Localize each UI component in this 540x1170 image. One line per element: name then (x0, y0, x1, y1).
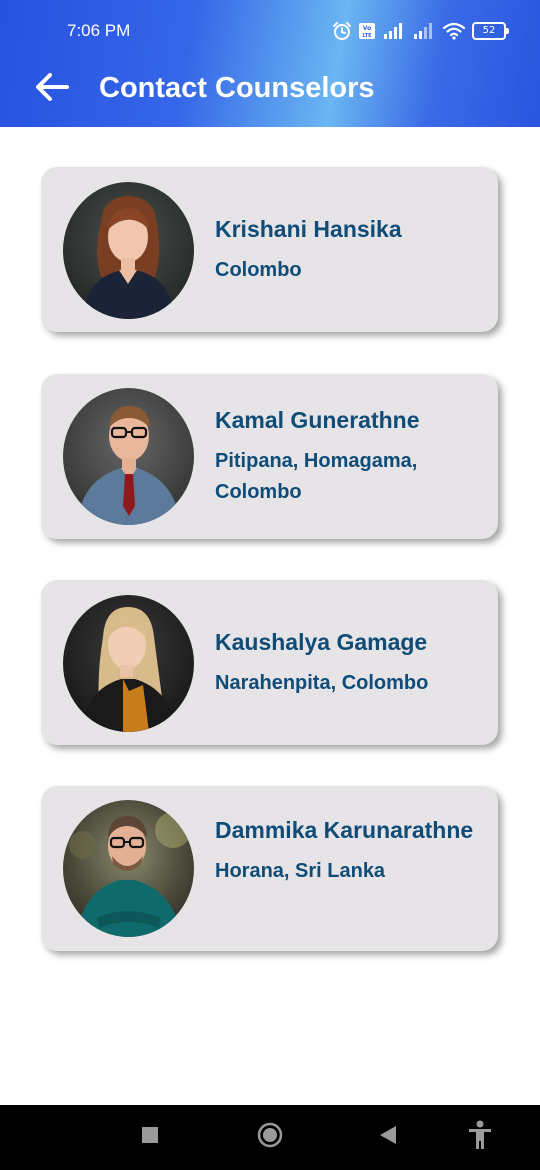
status-time: 7:06 PM (67, 21, 131, 40)
battery-icon: 52 (472, 22, 509, 40)
counselor-card-1[interactable]: Krishani Hansika Colombo (41, 167, 498, 332)
svg-text:LTE: LTE (362, 33, 372, 39)
system-nav-bar (0, 1105, 540, 1170)
status-bar: 7:06 PM Vo LTE 52 (0, 0, 540, 62)
page-title: Contact Counselors (99, 72, 375, 104)
circle-icon (257, 1122, 283, 1153)
counselor-location: Narahenpita, Colombo (215, 672, 429, 694)
counselor-avatar (63, 800, 194, 937)
counselor-info: Dammika Karunarathne Horana, Sri Lanka (215, 812, 478, 887)
counselor-location: Pitipana, Homagama, Colombo (215, 450, 418, 503)
home-button[interactable] (250, 1117, 290, 1157)
counselor-card-2[interactable]: Kamal Gunerathne Pitipana, Homagama, Col… (41, 374, 498, 539)
counselor-name: Dammika Karunarathne (215, 817, 474, 843)
accessibility-button[interactable] (460, 1117, 500, 1157)
counselor-avatar (63, 595, 194, 732)
volte-icon: Vo LTE (358, 22, 376, 40)
signal-icon-2 (412, 22, 436, 40)
triangle-icon (379, 1125, 397, 1150)
counselor-name: Krishani Hansika (215, 216, 402, 242)
signal-icon (382, 22, 406, 40)
counselor-name: Kamal Gunerathne (215, 407, 420, 433)
svg-text:Vo: Vo (363, 25, 371, 32)
accessibility-icon (467, 1120, 493, 1155)
alarm-icon (332, 21, 352, 41)
app-header: 7:06 PM Vo LTE 52 Contact Counselors (0, 0, 540, 127)
counselor-avatar (63, 388, 194, 525)
counselor-info: Kaushalya Gamage Narahenpita, Colombo (215, 624, 478, 699)
status-icons: Vo LTE 52 (332, 20, 509, 42)
counselor-info: Krishani Hansika Colombo (215, 211, 478, 286)
counselor-location: Colombo (215, 259, 302, 281)
wifi-icon (442, 22, 466, 40)
counselor-location: Horana, Sri Lanka (215, 860, 386, 882)
counselor-name: Kaushalya Gamage (215, 629, 428, 655)
recents-button[interactable] (130, 1117, 170, 1157)
counselor-avatar (63, 182, 194, 319)
counselor-info: Kamal Gunerathne Pitipana, Homagama, Col… (215, 402, 478, 508)
counselor-card-3[interactable]: Kaushalya Gamage Narahenpita, Colombo (41, 580, 498, 745)
back-button[interactable] (30, 70, 74, 108)
counselor-card-4[interactable]: Dammika Karunarathne Horana, Sri Lanka (41, 786, 498, 951)
nav-back-button[interactable] (368, 1117, 408, 1157)
square-icon (141, 1126, 159, 1149)
arrow-left-icon (34, 72, 70, 107)
